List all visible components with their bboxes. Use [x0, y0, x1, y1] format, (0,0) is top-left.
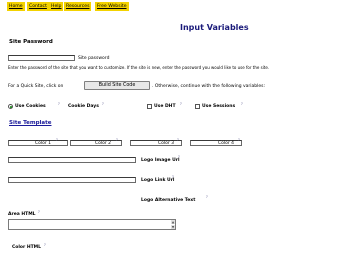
color-1-help-icon[interactable]: ? — [56, 138, 58, 142]
site-password-heading: Site Password — [9, 39, 53, 45]
area-html-label: Area HTML — [8, 212, 36, 217]
color-4-label: Color 4 — [218, 141, 235, 146]
nav-resources-link[interactable]: Resources — [64, 2, 92, 11]
use-sessions-help-icon[interactable]: ? — [241, 102, 243, 106]
scroll-down-icon[interactable]: ▼ — [171, 225, 175, 229]
quick-build-intro: For a Quick Site, click on — [8, 84, 64, 89]
nav-contact-link[interactable]: Contact — [27, 2, 49, 11]
use-cookies-label: Use Cookies — [15, 104, 46, 109]
page-title: Input Variables — [180, 23, 249, 32]
nav-home-link[interactable]: Home — [7, 2, 25, 11]
use-cookies-radio[interactable] — [8, 104, 13, 109]
quick-build-outro: . Otherwise, continue with the following… — [152, 84, 266, 89]
logo-image-url-label: Logo Image Url — [141, 158, 180, 163]
use-dhtml-label: Use DHT — [154, 104, 176, 109]
site-template-heading[interactable]: Site Template — [9, 120, 52, 126]
logo-alt-text-label: Logo Alternative Text — [141, 198, 196, 203]
area-html-help-icon[interactable]: ? — [38, 210, 40, 214]
cookie-days-label: Cookie Days — [68, 104, 99, 109]
cookie-days-help-icon[interactable]: ? — [102, 102, 104, 106]
color-4-input[interactable] — [190, 140, 242, 146]
nav-free-website-link[interactable]: Free Website — [95, 2, 129, 11]
nav-help-link[interactable]: Help — [49, 2, 64, 11]
color-3-label: Color 3 — [158, 141, 175, 146]
scroll-up-icon[interactable]: ▲ — [171, 220, 175, 224]
use-dhtml-checkbox[interactable] — [147, 104, 152, 109]
use-sessions-label: Use Sessions — [202, 104, 236, 109]
color-3-input[interactable] — [130, 140, 182, 146]
color-4-help-icon[interactable]: ? — [238, 138, 240, 142]
color-1-label: Color 1 — [35, 141, 52, 146]
site-password-input[interactable] — [8, 55, 75, 61]
color-2-help-icon[interactable]: ? — [116, 138, 118, 142]
logo-image-url-input[interactable] — [8, 157, 136, 163]
build-site-code-button[interactable]: Build Site Code — [84, 81, 150, 90]
site-password-label: Site password — [78, 56, 110, 61]
site-password-description: Enter the password of the site that you … — [8, 65, 270, 70]
area-html-textarea[interactable]: ▲ ▼ — [8, 219, 176, 230]
use-dhtml-help-icon[interactable]: ? — [180, 102, 182, 106]
color-3-help-icon[interactable]: ? — [177, 138, 179, 142]
color-html-help-icon[interactable]: ? — [44, 243, 46, 247]
use-cookies-help-icon[interactable]: ? — [58, 102, 60, 106]
color-2-label: Color 2 — [95, 141, 112, 146]
logo-link-url-label: Logo Link Url — [141, 178, 175, 183]
logo-link-url-help-icon[interactable]: ? — [172, 175, 174, 179]
logo-link-url-input[interactable] — [8, 177, 136, 183]
color-html-label: Color HTML — [12, 245, 41, 250]
logo-alt-text-help-icon[interactable]: ? — [206, 195, 208, 199]
use-sessions-checkbox[interactable] — [195, 104, 200, 109]
logo-image-url-help-icon[interactable]: ? — [178, 155, 180, 159]
